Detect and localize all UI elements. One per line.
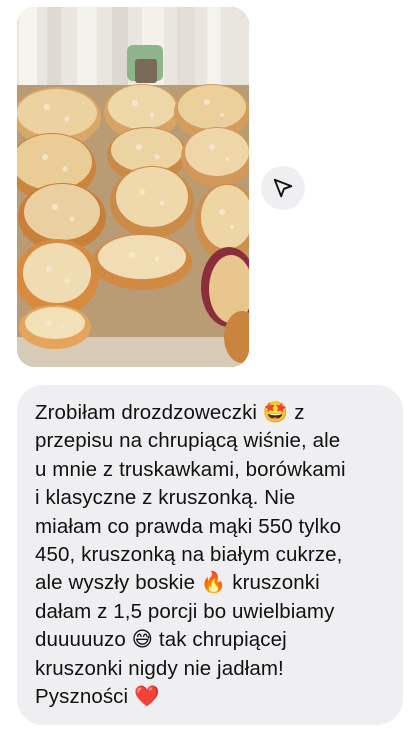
message-line: u mnie z truskawkami, borówkami <box>35 457 346 481</box>
message-line: dałam z 1,5 porcji bo uwielbiamy <box>35 599 335 623</box>
message-line: i klasyczne z kruszonką. Nie <box>35 486 296 510</box>
message-line: kruszonki nigdy nie jadłam! <box>35 656 284 680</box>
message-line: 450, kruszonką na białym cukrze, <box>35 543 343 567</box>
message-bubble[interactable]: Zrobiłam drozdzoweczki 🤩 z przepisu na c… <box>17 385 403 725</box>
message-text: Zrobiłam drozdzoweczki 🤩 z przepisu na c… <box>35 399 385 711</box>
message-line: duuuuuzo 😅 tak chrupiącej <box>35 628 287 652</box>
message-line: przepisu na chrupiącą wiśnie, ale <box>35 429 341 453</box>
share-button[interactable] <box>261 166 305 210</box>
message-line: ale wyszły boskie 🔥 kruszonki <box>35 571 320 595</box>
message-line: miałam co prawda mąki 550 tylko <box>35 514 342 538</box>
message-line: Zrobiłam drozdzoweczki 🤩 z <box>35 401 305 424</box>
paper-plane-icon <box>273 178 293 198</box>
buns-photo-illustration <box>17 7 249 367</box>
message-line: Pyszności ❤️ <box>35 685 160 709</box>
message-photo[interactable] <box>17 7 249 367</box>
